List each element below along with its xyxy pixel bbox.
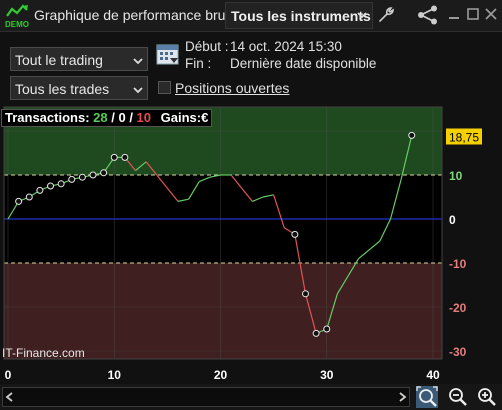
scroll-right-icon[interactable]	[399, 392, 407, 402]
data-point	[121, 153, 129, 161]
y-tick-label: -10	[449, 257, 467, 271]
x-tick-label: 20	[214, 368, 228, 382]
data-point	[291, 230, 299, 238]
close-icon[interactable]	[485, 8, 497, 20]
data-point	[110, 153, 118, 161]
start-label: Début :	[185, 39, 229, 54]
instrument-selector-label: Tous les instruments	[231, 8, 371, 24]
maximize-icon[interactable]	[467, 8, 479, 20]
data-point	[25, 193, 33, 201]
chevron-down-icon	[133, 87, 143, 94]
data-point	[323, 325, 331, 333]
calendar-icon[interactable]	[156, 42, 180, 66]
scroll-left-icon[interactable]	[5, 392, 13, 402]
horizontal-scrollbar[interactable]	[2, 387, 410, 407]
y-tick-label: -30	[449, 345, 467, 359]
trades-select-value: Tous les trades	[15, 81, 110, 97]
gains-currency: €	[201, 110, 209, 125]
performance-chart[interactable]: 10 0 -10 -20 -30 0 10 20 30 40 18,75 IT-Finance.com	[0, 106, 502, 384]
watermark: IT-Finance.com	[2, 346, 85, 360]
trading-select[interactable]: Tout le trading	[10, 47, 148, 71]
losses-count: 10	[136, 110, 152, 125]
open-positions-checkbox[interactable]	[158, 81, 171, 94]
transactions-summary: Transactions: 28 / 0 / 10 Gains:€	[1, 109, 213, 127]
x-tick-label: 40	[426, 368, 440, 382]
x-tick-label: 10	[108, 368, 122, 382]
bottom-toolbar	[0, 384, 502, 410]
transactions-label: Transactions:	[5, 110, 90, 125]
negative-zone	[4, 263, 442, 359]
data-point	[100, 169, 108, 177]
y-tick-label: 10	[449, 169, 463, 183]
zoom-fit-icon[interactable]	[416, 386, 438, 408]
instrument-selector[interactable]: Tous les instruments	[225, 2, 373, 29]
data-point	[57, 180, 65, 188]
data-point	[312, 329, 320, 337]
y-tick-label: -20	[449, 301, 467, 315]
wrench-icon[interactable]	[377, 6, 395, 24]
svg-text:DEMO: DEMO	[5, 20, 29, 29]
data-point	[78, 173, 86, 181]
zoom-out-icon[interactable]	[447, 386, 469, 408]
trades-select[interactable]: Tous les trades	[10, 76, 148, 100]
data-point	[68, 175, 76, 183]
minimize-icon[interactable]	[448, 8, 460, 20]
start-date-value: 14 oct. 2024 15:30	[230, 39, 342, 54]
data-point	[89, 171, 97, 179]
filter-panel: Tout le trading Tous les trades Début : …	[0, 32, 502, 106]
data-point	[47, 182, 54, 190]
neutral-count: 0	[118, 110, 126, 125]
separator: /	[125, 110, 137, 125]
trading-select-value: Tout le trading	[15, 52, 103, 68]
y-tick-label: 0	[449, 213, 456, 227]
end-label: Fin :	[185, 56, 212, 71]
data-point	[36, 186, 44, 194]
performance-chart-svg: 10 0 -10 -20 -30 0 10 20 30 40 18,75 IT-Finance.com	[2, 106, 482, 382]
data-point	[408, 131, 416, 139]
title-bar: DEMO Graphique de performance brute Tous…	[0, 0, 502, 32]
data-point	[302, 290, 309, 298]
share-icon[interactable]	[417, 5, 439, 25]
zoom-in-icon[interactable]	[476, 386, 498, 408]
data-point	[15, 197, 23, 205]
x-tick-label: 0	[5, 368, 12, 382]
open-positions-label[interactable]: Positions ouvertes	[175, 80, 289, 96]
window-title: Graphique de performance brute	[34, 7, 238, 23]
end-date-value: Dernière date disponible	[230, 56, 377, 71]
chevron-down-icon	[357, 12, 367, 19]
current-value-label: 18,75	[449, 131, 479, 145]
chevron-down-icon	[133, 58, 143, 65]
separator: /	[107, 110, 119, 125]
x-tick-label: 30	[320, 368, 334, 382]
wins-count: 28	[93, 110, 108, 125]
gains-label: Gains:	[160, 110, 202, 125]
app-logo-icon: DEMO	[5, 4, 29, 29]
